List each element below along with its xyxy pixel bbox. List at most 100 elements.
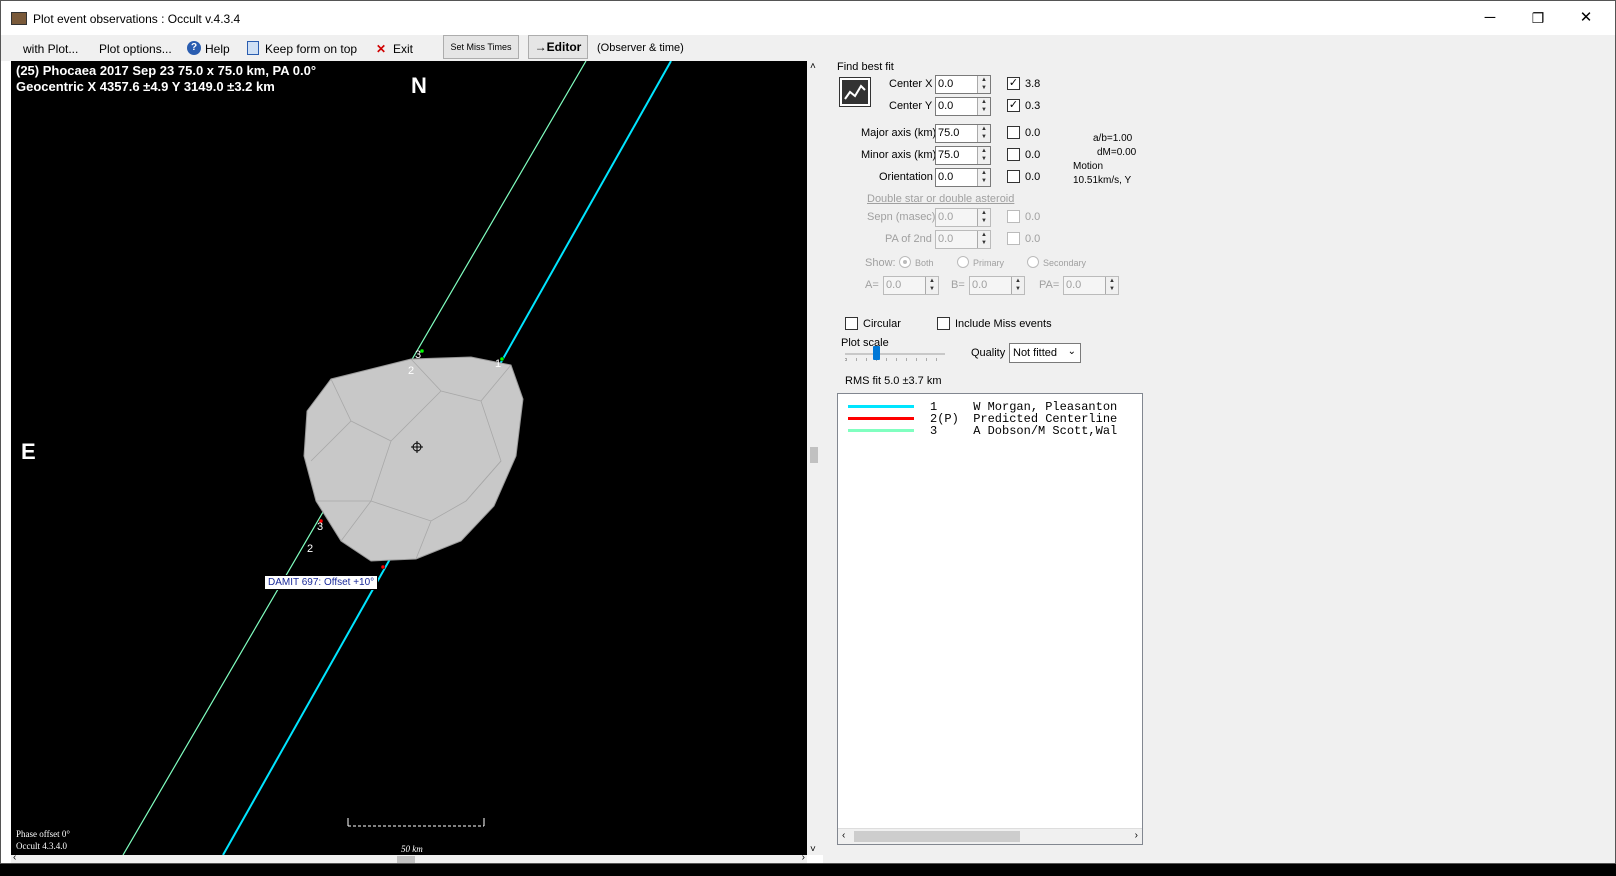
a-spinner[interactable]: ▲ ▼ [925,277,938,294]
plot-header-line2: Geocentric X 4357.6 ±4.9 Y 3149.0 ±3.2 k… [16,79,275,94]
show-secondary-radio[interactable] [1027,256,1039,268]
rms-fit-label: RMS fit 5.0 ±3.7 km [845,375,942,387]
orientation-checkbox[interactable] [1007,170,1020,183]
circular-label: Circular [863,318,901,330]
major-axis-label: Major axis (km) [861,127,937,139]
observer-time-label[interactable]: (Observer & time) [597,42,684,54]
list-scroll-right-icon[interactable]: › [1135,830,1138,841]
scroll-down-icon[interactable]: ˅ [810,844,816,855]
pa-2nd-label: PA of 2nd [885,233,932,245]
scroll-thumb-vertical[interactable] [810,447,818,463]
north-label: N [411,73,427,98]
scroll-thumb[interactable] [397,856,415,863]
center-y-checkbox[interactable]: ✓ [1007,99,1020,112]
title-bar: Plot event observations : Occult v.4.3.4… [1,1,1615,35]
damit-label: DAMIT 697: Offset +10° [264,575,379,590]
pa-2nd-input[interactable]: 0.0 ▲ ▼ [935,230,991,249]
sepn-spinner[interactable]: ▲ ▼ [977,209,990,226]
chord-label-2-bottom: 2 [307,543,314,555]
plot-scale-track[interactable] [845,353,945,355]
a-input[interactable]: 0.0 ▲ ▼ [883,276,939,295]
pa-2nd-spinner[interactable]: ▲ ▼ [977,231,990,248]
center-x-input[interactable]: 0.0 ▲ ▼ [935,75,991,94]
east-label: E [21,439,36,464]
menu-with-plot[interactable]: with Plot... [23,42,78,56]
window-title: Plot event observations : Occult v.4.3.4 [33,12,241,26]
menu-keep-on-top[interactable]: Keep form on top [265,42,357,56]
major-axis-result: 0.0 [1025,127,1041,139]
minor-axis-checkbox[interactable] [1007,148,1020,161]
motion-label: Motion [1073,161,1104,172]
double-star-label: Double star or double asteroid [867,193,1015,205]
circular-checkbox[interactable] [845,317,858,330]
minimize-button[interactable]: ─ [1467,7,1513,31]
orientation-input[interactable]: 0.0 ▲ ▼ [935,168,991,187]
quality-label: Quality [971,347,1006,359]
scroll-up-icon[interactable]: ˄ [810,61,816,72]
scroll-right-icon[interactable]: › [802,852,805,863]
chord-label-3-top: 3 [415,349,422,361]
occult-version-label: Occult 4.3.4.0 [16,841,67,851]
list-horizontal-scrollbar[interactable]: ‹ › [838,828,1142,844]
list-item-swatch [848,417,914,420]
occultation-plot [122,61,672,855]
show-primary-radio[interactable] [957,256,969,268]
chord-label-2-top: 2 [408,365,415,377]
asteroid-shape [303,356,524,562]
center-x-checkbox[interactable]: ✓ [1007,77,1020,90]
menu-plot-options[interactable]: Plot options... [99,42,172,56]
pa-input[interactable]: 0.0 ▲ ▼ [1063,276,1119,295]
list-item[interactable]: 3 A Dobson/M Scott,Wal [930,424,1117,438]
list-scroll-thumb[interactable] [854,831,1020,842]
pa-2nd-checkbox[interactable] [1007,232,1020,245]
sepn-input[interactable]: 0.0 ▲ ▼ [935,208,991,227]
close-button[interactable]: ✕ [1563,7,1609,31]
restore-button[interactable]: ❐ [1515,7,1561,31]
menu-exit[interactable]: Exit [393,42,413,56]
major-axis-checkbox[interactable] [1007,126,1020,139]
show-label: Show: [865,257,896,269]
scroll-left-icon[interactable]: ‹ [13,852,16,863]
motion-value: 10.51km/s, Y [1073,175,1132,186]
ab-ratio-label: a/b=1.00 [1093,133,1133,144]
plot-scale-ticks [845,358,945,361]
menu-bar: with Plot... Plot options... ? Help Keep… [1,35,1615,61]
center-x-result: 3.8 [1025,78,1041,90]
form-vertical-scrollbar[interactable]: ˄ ˅ [807,61,823,855]
plot-scale-slider[interactable] [873,346,880,360]
orientation-spinner[interactable]: ▲ ▼ [977,169,990,186]
scale-bar [347,818,485,827]
plot-horizontal-scrollbar[interactable]: ‹ › [11,852,807,863]
include-miss-checkbox[interactable] [937,317,950,330]
center-y-input[interactable]: 0.0 ▲ ▼ [935,97,991,116]
quality-dropdown[interactable]: Not fitted ⌄ [1009,343,1081,363]
plot-header-line1: (25) Phocaea 2017 Sep 23 75.0 x 75.0 km,… [16,63,317,78]
minor-axis-spinner[interactable]: ▲ ▼ [977,147,990,164]
minor-axis-input[interactable]: 75.0 ▲ ▼ [935,146,991,165]
editor-button[interactable]: →Editor [528,35,588,59]
sepn-checkbox[interactable] [1007,210,1020,223]
minor-axis-result: 0.0 [1025,149,1041,161]
pa-spinner[interactable]: ▲ ▼ [1105,277,1118,294]
menu-help[interactable]: Help [205,42,230,56]
orientation-label: Orientation [879,171,933,183]
app-icon [11,12,27,25]
a-label: A= [865,279,879,291]
b-spinner[interactable]: ▲ ▼ [1011,277,1024,294]
plot-area[interactable]: (25) Phocaea 2017 Sep 23 75.0 x 75.0 km,… [11,61,807,855]
center-y-label: Center Y [889,100,933,112]
major-axis-spinner[interactable]: ▲ ▼ [977,125,990,142]
find-best-fit-button[interactable] [839,77,871,107]
list-scroll-left-icon[interactable]: ‹ [842,830,845,841]
fit-panel: Find best fit Center X 0.0 ▲ ▼ ✓ 3.8 Cente… [823,61,1615,863]
show-both-radio[interactable] [899,256,911,268]
center-y-spinner[interactable]: ▲ ▼ [977,98,990,115]
major-axis-input[interactable]: 75.0 ▲ ▼ [935,124,991,143]
set-miss-times-button[interactable]: Set Miss Times [443,35,519,59]
help-icon: ? [187,41,201,55]
center-x-spinner[interactable]: ▲ ▼ [977,76,990,93]
observer-list[interactable]: 1 W Morgan, Pleasanton 2(P) Predicted Cen… [837,393,1143,845]
chevron-down-icon: ⌄ [1067,346,1076,357]
show-primary-label: Primary [973,258,1004,268]
b-input[interactable]: 0.0 ▲ ▼ [969,276,1025,295]
